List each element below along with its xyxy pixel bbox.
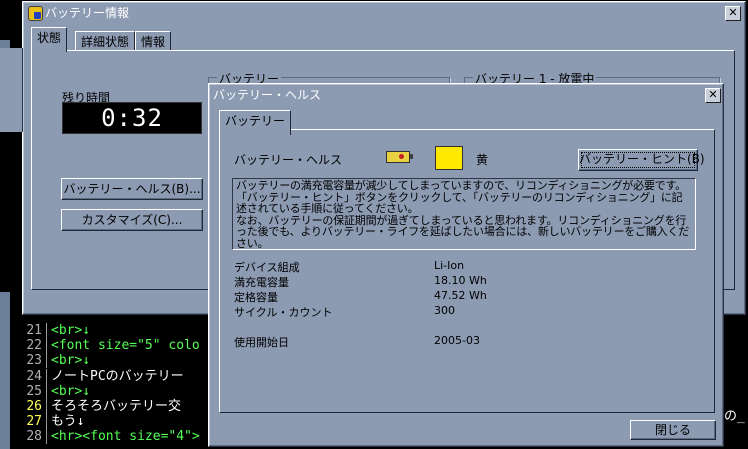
tab-info[interactable]: 情報 bbox=[135, 31, 172, 52]
detail-value: 18.10 Wh bbox=[434, 274, 487, 287]
editor-line[interactable]: 23 <br>↓ bbox=[0, 353, 91, 369]
tab-detail-status[interactable]: 詳細状態 bbox=[75, 31, 136, 52]
battery-health-button[interactable]: バッテリー・ヘルス(B)... bbox=[61, 178, 203, 200]
tab-label: 状態 bbox=[37, 31, 62, 45]
window-titlebar: バッテリー情報 ✕ bbox=[25, 4, 743, 22]
detail-label: サイクル・カウント bbox=[234, 306, 333, 319]
message-line: バッテリーの満充電容量が減少してしまっていますので、リコンディショニングが必要で… bbox=[236, 179, 686, 192]
window-title: バッテリー情報 bbox=[45, 6, 130, 20]
detail-value: 300 bbox=[434, 304, 455, 317]
dialog-title: バッテリー・ヘルス bbox=[213, 88, 322, 102]
health-color-swatch bbox=[435, 146, 463, 170]
line-text: <br>↓ bbox=[51, 383, 91, 399]
remaining-time-display: 0:32 bbox=[62, 102, 202, 134]
detail-label: 満充電容量 bbox=[234, 276, 289, 289]
line-number: 21 bbox=[26, 323, 42, 338]
line-text: <br>↓ bbox=[51, 323, 91, 338]
editor-line[interactable]: 27 もう↓ bbox=[0, 414, 85, 430]
editor-line[interactable]: 24 ノートPCのバッテリー bbox=[0, 368, 184, 384]
dialog-close-icon[interactable]: ✕ bbox=[705, 88, 721, 103]
background-window-edge bbox=[0, 48, 23, 132]
editor-text-fragment: の_ bbox=[724, 409, 745, 424]
line-text: ノートPCのバッテリー bbox=[51, 368, 184, 384]
first-use-value: 2005-03 bbox=[434, 334, 480, 347]
tab-status[interactable]: 状態 bbox=[31, 27, 68, 52]
line-number: 26 bbox=[26, 399, 42, 414]
health-message-box: バッテリーの満充電容量が減少してしまっていますので、リコンディショニングが必要で… bbox=[232, 178, 696, 250]
background-window-strip bbox=[0, 132, 22, 292]
tab-label: バッテリー bbox=[225, 114, 286, 128]
customize-button[interactable]: カスタマイズ(C)... bbox=[61, 209, 203, 231]
line-text: そろそろバッテリー交 bbox=[51, 399, 182, 414]
detail-value: Li-Ion bbox=[434, 259, 465, 272]
tab-battery[interactable]: バッテリー bbox=[219, 110, 292, 135]
dialog-titlebar: バッテリー・ヘルス ✕ bbox=[211, 86, 721, 104]
editor-line[interactable]: 22 <font size="5" colo bbox=[0, 338, 200, 354]
tab-label: 詳細状態 bbox=[81, 35, 130, 49]
battery-health-label: バッテリー・ヘルス bbox=[234, 153, 343, 167]
line-text: <hr><font size="4"> bbox=[51, 429, 200, 445]
battery-warning-icon bbox=[386, 151, 413, 163]
first-use-label: 使用開始日 bbox=[234, 336, 289, 349]
line-number: 24 bbox=[26, 368, 42, 384]
detail-label: デバイス組成 bbox=[234, 261, 300, 274]
line-number: 22 bbox=[26, 338, 42, 354]
editor-line[interactable]: 28 <hr><font size="4"> bbox=[0, 429, 200, 445]
battery-hint-button[interactable]: バッテリー・ヒント(B) bbox=[578, 149, 705, 171]
message-line: 「バッテリー・ヒント」ボタンをクリックして、「バッテリーのリコンディショニング」… bbox=[236, 190, 683, 215]
line-text: <font size="5" colo bbox=[51, 338, 200, 354]
line-number: 27 bbox=[26, 414, 42, 430]
line-number: 23 bbox=[26, 353, 42, 369]
editor-line[interactable]: 25 <br>↓ bbox=[0, 383, 91, 399]
line-text: <br>↓ bbox=[51, 353, 91, 369]
editor-line[interactable]: 21 <br>↓ bbox=[0, 323, 90, 338]
line-number: 28 bbox=[26, 429, 42, 445]
tab-label: 情報 bbox=[141, 35, 166, 49]
editor-line[interactable]: 26 そろそろバッテリー交 bbox=[0, 399, 181, 414]
close-button[interactable]: 閉じる bbox=[630, 420, 716, 440]
battery-app-icon bbox=[28, 6, 43, 21]
detail-value: 47.52 Wh bbox=[434, 289, 487, 302]
health-status-text: 黄 bbox=[476, 153, 489, 167]
message-line: なお、バッテリーの保証期間が過ぎてしまっていると思われます。リコンディショニング… bbox=[236, 213, 690, 250]
detail-label: 定格容量 bbox=[234, 291, 278, 304]
line-text: もう↓ bbox=[51, 414, 85, 430]
line-number: 25 bbox=[26, 383, 42, 399]
close-icon[interactable]: ✕ bbox=[725, 6, 741, 21]
